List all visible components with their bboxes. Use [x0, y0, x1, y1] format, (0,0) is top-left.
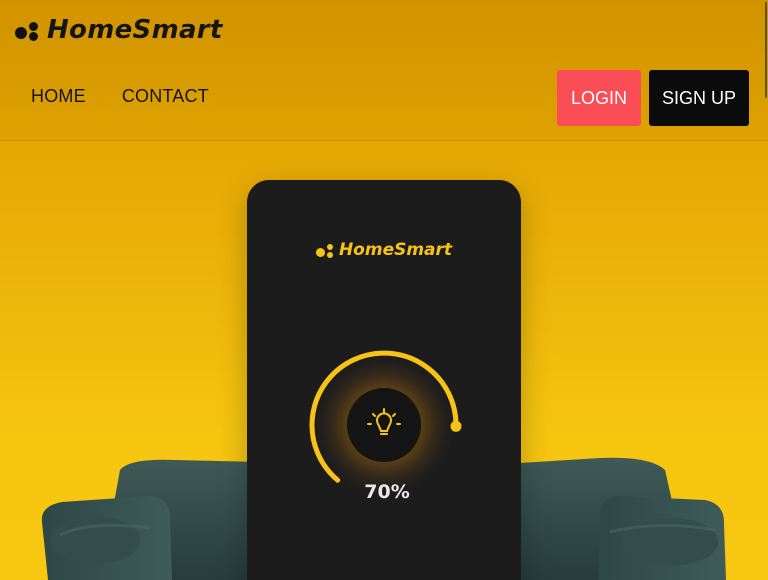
nav-contact-link[interactable]: CONTACT — [122, 86, 209, 107]
phone-mockup: HomeSmart 70% — [247, 180, 521, 580]
light-level-knob — [450, 420, 462, 432]
main-nav: HOME CONTACT — [31, 86, 209, 107]
site-header: HomeSmart HOME CONTACT LOGIN SIGN UP — [0, 0, 768, 141]
phone-brand-name: HomeSmart — [338, 240, 453, 260]
nav-home-link[interactable]: HOME — [31, 86, 86, 107]
signup-button[interactable]: SIGN UP — [649, 70, 749, 126]
light-level-label: 70% — [364, 481, 410, 503]
brand-name: HomeSmart — [47, 15, 223, 45]
brand-logo[interactable]: HomeSmart — [15, 10, 223, 50]
scrollbar-thumb[interactable] — [765, 2, 767, 98]
login-button[interactable]: LOGIN — [557, 70, 641, 126]
dots-logo-icon — [315, 242, 334, 259]
dots-logo-icon — [15, 18, 39, 42]
phone-brand-logo: HomeSmart — [247, 240, 521, 260]
